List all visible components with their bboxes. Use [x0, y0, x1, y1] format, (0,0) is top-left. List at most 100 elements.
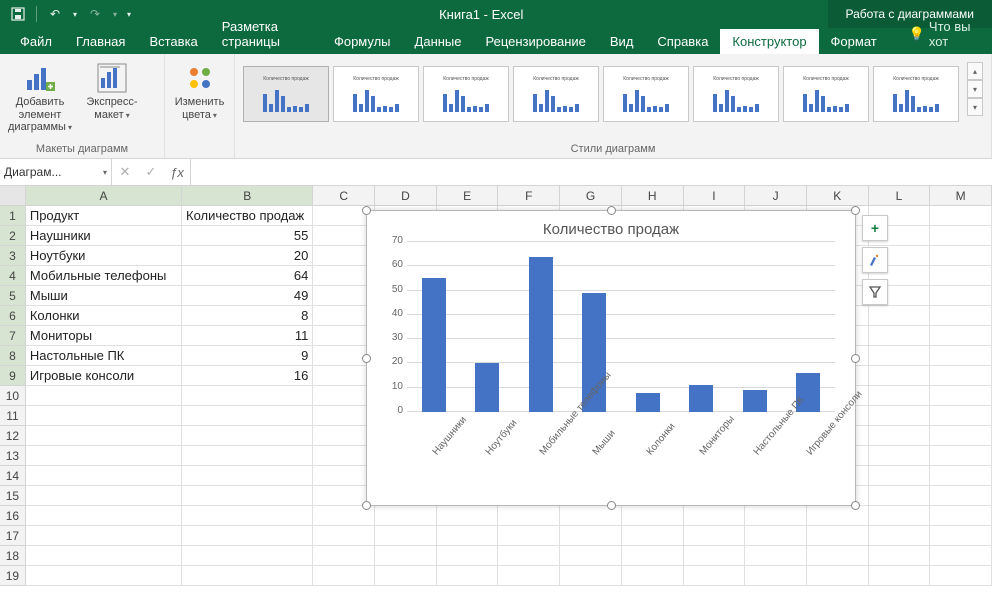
cell-E19[interactable] — [437, 566, 499, 586]
bar-5[interactable] — [689, 385, 713, 412]
column-header-C[interactable]: C — [313, 186, 375, 206]
row-header-3[interactable]: 3 — [0, 246, 26, 266]
row-header-1[interactable]: 1 — [0, 206, 26, 226]
chart-title[interactable]: Количество продаж — [367, 211, 855, 242]
cell-A9[interactable]: Игровые консоли — [26, 366, 182, 386]
chart-styles-button[interactable] — [862, 247, 888, 273]
cell-K19[interactable] — [807, 566, 869, 586]
cell-B14[interactable] — [182, 466, 313, 486]
cell-B12[interactable] — [182, 426, 313, 446]
row-header-4[interactable]: 4 — [0, 266, 26, 286]
cell-B13[interactable] — [182, 446, 313, 466]
tab-format[interactable]: Формат — [819, 29, 889, 54]
cell-B17[interactable] — [182, 526, 313, 546]
chart-handle-sw[interactable] — [362, 501, 371, 510]
cell-B6[interactable]: 8 — [182, 306, 313, 326]
cell-A15[interactable] — [26, 486, 182, 506]
cell-A3[interactable]: Ноутбуки — [26, 246, 182, 266]
cell-C18[interactable] — [313, 546, 375, 566]
chart-style-4[interactable]: Количество продаж — [513, 66, 599, 122]
cell-D19[interactable] — [375, 566, 437, 586]
cell-B10[interactable] — [182, 386, 313, 406]
chart-handle-s[interactable] — [607, 501, 616, 510]
quick-layout-button[interactable]: Экспресс- макет — [80, 62, 144, 121]
row-header-5[interactable]: 5 — [0, 286, 26, 306]
cell-L9[interactable] — [869, 366, 931, 386]
cell-J17[interactable] — [745, 526, 807, 546]
cell-A2[interactable]: Наушники — [26, 226, 182, 246]
cell-I19[interactable] — [684, 566, 746, 586]
row-header-6[interactable]: 6 — [0, 306, 26, 326]
cell-B4[interactable]: 64 — [182, 266, 313, 286]
row-header-14[interactable]: 14 — [0, 466, 26, 486]
chart-style-7[interactable]: Количество продаж — [783, 66, 869, 122]
save-button[interactable] — [6, 2, 30, 26]
cell-M9[interactable] — [930, 366, 992, 386]
cell-M18[interactable] — [930, 546, 992, 566]
cell-B19[interactable] — [182, 566, 313, 586]
column-header-G[interactable]: G — [560, 186, 622, 206]
cell-L15[interactable] — [869, 486, 931, 506]
cell-M5[interactable] — [930, 286, 992, 306]
cell-M3[interactable] — [930, 246, 992, 266]
embedded-chart[interactable]: Количество продаж 010203040506070 Наушни… — [366, 210, 856, 506]
cell-D18[interactable] — [375, 546, 437, 566]
tab-view[interactable]: Вид — [598, 29, 646, 54]
column-header-L[interactable]: L — [869, 186, 931, 206]
cell-B1[interactable]: Количество продаж — [182, 206, 313, 226]
cell-L19[interactable] — [869, 566, 931, 586]
cell-M19[interactable] — [930, 566, 992, 586]
tab-file[interactable]: Файл — [8, 29, 64, 54]
column-header-K[interactable]: K — [807, 186, 869, 206]
row-header-10[interactable]: 10 — [0, 386, 26, 406]
bar-1[interactable] — [475, 363, 499, 412]
cell-A14[interactable] — [26, 466, 182, 486]
cell-D16[interactable] — [375, 506, 437, 526]
cell-G17[interactable] — [560, 526, 622, 546]
cell-A1[interactable]: Продукт — [26, 206, 182, 226]
chart-style-6[interactable]: Количество продаж — [693, 66, 779, 122]
column-header-B[interactable]: B — [182, 186, 313, 206]
row-header-15[interactable]: 15 — [0, 486, 26, 506]
tab-data[interactable]: Данные — [403, 29, 474, 54]
cell-K17[interactable] — [807, 526, 869, 546]
cell-B15[interactable] — [182, 486, 313, 506]
row-header-16[interactable]: 16 — [0, 506, 26, 526]
cell-G18[interactable] — [560, 546, 622, 566]
cell-A6[interactable]: Колонки — [26, 306, 182, 326]
cell-M13[interactable] — [930, 446, 992, 466]
formula-input[interactable] — [191, 159, 992, 185]
select-all-corner[interactable] — [0, 186, 26, 206]
row-header-19[interactable]: 19 — [0, 566, 26, 586]
tab-help[interactable]: Справка — [645, 29, 720, 54]
cell-I17[interactable] — [684, 526, 746, 546]
cell-F18[interactable] — [498, 546, 560, 566]
row-header-8[interactable]: 8 — [0, 346, 26, 366]
cell-F16[interactable] — [498, 506, 560, 526]
row-header-17[interactable]: 17 — [0, 526, 26, 546]
column-header-F[interactable]: F — [498, 186, 560, 206]
cell-I16[interactable] — [684, 506, 746, 526]
chart-style-3[interactable]: Количество продаж — [423, 66, 509, 122]
chart-handle-ne[interactable] — [851, 206, 860, 215]
column-header-I[interactable]: I — [684, 186, 746, 206]
cell-B5[interactable]: 49 — [182, 286, 313, 306]
cell-L14[interactable] — [869, 466, 931, 486]
chart-style-gallery[interactable]: Количество продажКоличество продажКоличе… — [243, 62, 959, 122]
cell-M4[interactable] — [930, 266, 992, 286]
name-box[interactable]: Диаграм... ▾ — [0, 159, 112, 185]
gallery-more-button[interactable]: ▾ — [967, 98, 983, 116]
chart-handle-se[interactable] — [851, 501, 860, 510]
row-header-9[interactable]: 9 — [0, 366, 26, 386]
cell-C17[interactable] — [313, 526, 375, 546]
redo-dropdown[interactable]: ▾ — [109, 2, 121, 26]
chart-elements-button[interactable]: + — [862, 215, 888, 241]
cell-A5[interactable]: Мыши — [26, 286, 182, 306]
column-header-E[interactable]: E — [437, 186, 499, 206]
cell-L6[interactable] — [869, 306, 931, 326]
cell-M8[interactable] — [930, 346, 992, 366]
cell-B18[interactable] — [182, 546, 313, 566]
cell-M11[interactable] — [930, 406, 992, 426]
row-header-2[interactable]: 2 — [0, 226, 26, 246]
chart-handle-nw[interactable] — [362, 206, 371, 215]
